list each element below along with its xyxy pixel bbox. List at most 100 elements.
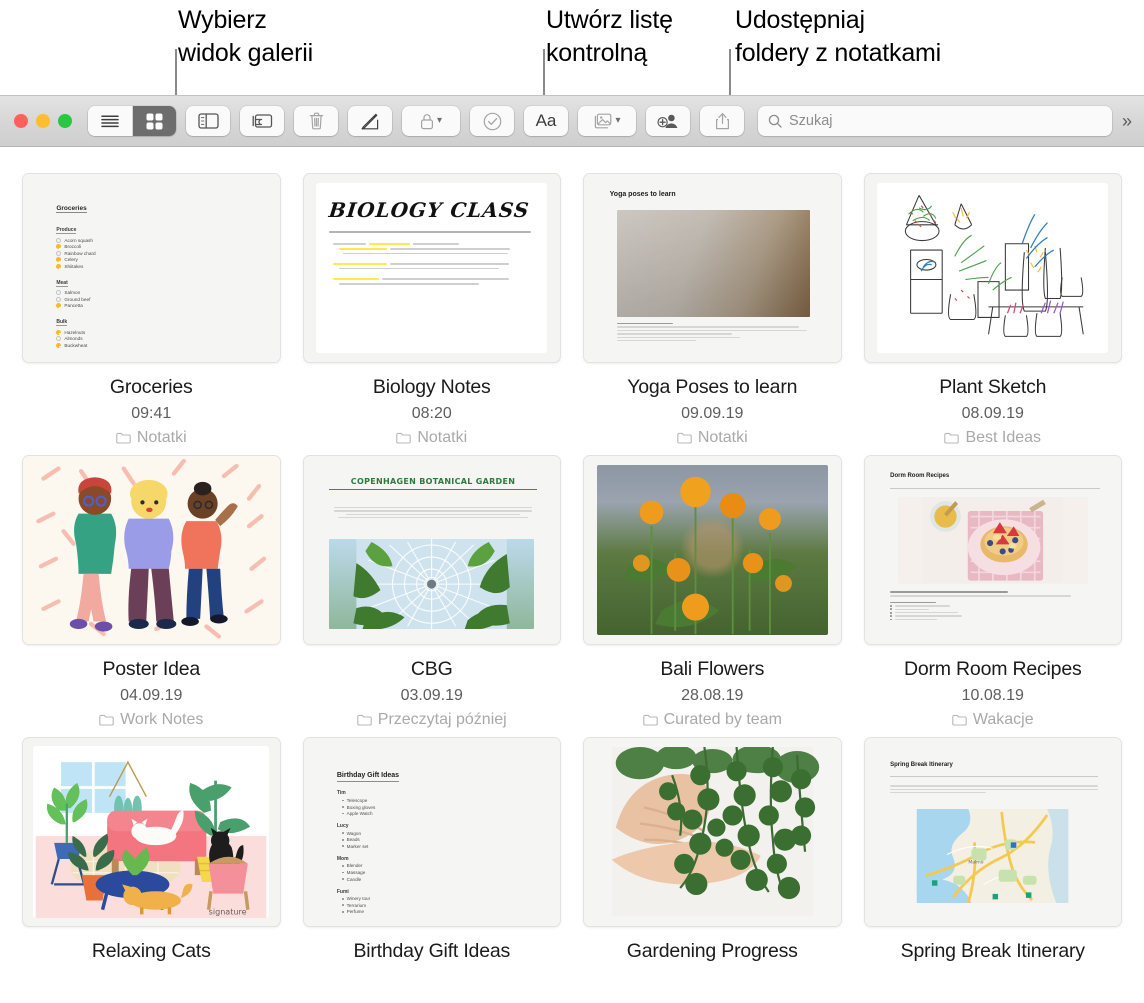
note-folder-label: Notatki: [417, 429, 467, 447]
share-button[interactable]: [700, 106, 744, 136]
note-thumbnail[interactable]: Yoga poses to learn: [583, 173, 842, 363]
checklist-button[interactable]: [470, 106, 514, 136]
insert-media-button[interactable]: ▾: [578, 106, 636, 136]
note-folder: Notatki: [677, 429, 748, 447]
folder-icon: [357, 714, 372, 726]
folder-icon: [952, 714, 967, 726]
note-folder-label: Curated by team: [664, 711, 782, 729]
note-folder-label: Przeczytaj później: [378, 711, 507, 729]
cbg-photo: [329, 539, 534, 629]
note-thumbnail[interactable]: BIOLOGY CLASS: [303, 173, 562, 363]
itinerary-map: Malmö: [890, 809, 1095, 903]
note-folder-label: Notatki: [137, 429, 187, 447]
note-thumbnail[interactable]: Groceries Produce Acorn squash Broccoli …: [22, 173, 281, 363]
compose-note-button[interactable]: [348, 106, 392, 136]
note-item-plant-sketch[interactable]: Plant Sketch 08.09.19 Best Ideas: [864, 173, 1123, 447]
zoom-button[interactable]: [58, 114, 72, 128]
note-title: Gardening Progress: [627, 940, 798, 963]
note-title: CBG: [411, 658, 453, 681]
note-date: 08.09.19: [962, 405, 1024, 423]
window-toolbar: ▾ Aa ▾: [0, 95, 1144, 147]
callout-annotations: Wybierz widok galerii Utwórz listę kontr…: [0, 0, 1144, 100]
share-icon: [715, 112, 730, 130]
note-title: Biology Notes: [373, 376, 491, 399]
close-button[interactable]: [14, 114, 28, 128]
compose-icon: [361, 112, 379, 130]
note-thumbnail[interactable]: Spring Break Itinerary: [864, 737, 1123, 927]
gallery-view-button[interactable]: [132, 106, 176, 136]
note-item-yoga-poses[interactable]: Yoga poses to learn Yoga Poses to learn …: [583, 173, 842, 447]
biology-heading: BIOLOGY CLASS: [328, 198, 541, 222]
plant-sketch-art: [885, 189, 1100, 347]
media-icon: [593, 113, 612, 129]
svg-text:signature: signature: [209, 907, 247, 916]
groceries-heading: Groceries: [56, 205, 86, 214]
note-folder: Wakacje: [952, 711, 1034, 729]
delete-note-button[interactable]: [294, 106, 338, 136]
note-date: 03.09.19: [401, 687, 463, 705]
note-thumbnail[interactable]: signature: [22, 737, 281, 927]
recipes-heading: Dorm Room Recipes: [890, 473, 1100, 479]
note-item-relaxing-cats[interactable]: signature Relaxing Cats: [22, 737, 281, 963]
note-item-cbg[interactable]: COPENHAGEN BOTANICAL GARDEN: [303, 455, 562, 729]
note-thumbnail[interactable]: [864, 173, 1123, 363]
toggle-folders-button[interactable]: [240, 106, 284, 136]
folder-icon: [396, 432, 411, 444]
note-item-poster-idea[interactable]: Poster Idea 04.09.19 Work Notes: [22, 455, 281, 729]
groceries-section: Bulk Hazelnuts Almonds Buckwheat: [56, 310, 259, 348]
grid-icon: [146, 113, 163, 130]
add-people-button[interactable]: [646, 106, 690, 136]
chevron-down-icon: ▾: [615, 116, 620, 126]
note-item-bali-flowers[interactable]: Bali Flowers 28.08.19 Curated by team: [583, 455, 842, 729]
search-icon: [768, 114, 782, 128]
folder-icon: [116, 432, 131, 444]
folder-icon: [99, 714, 114, 726]
list-icon: [100, 114, 120, 128]
note-thumbnail[interactable]: Birthday Gift Ideas Tim Telescope Boxing…: [303, 737, 562, 927]
bali-photo: [597, 465, 828, 634]
traffic-lights: [14, 114, 72, 128]
note-date: 10.08.19: [962, 687, 1024, 705]
note-folder-label: Work Notes: [120, 711, 203, 729]
note-date: 09.09.19: [681, 405, 743, 423]
note-item-biology-notes[interactable]: BIOLOGY CLASS: [303, 173, 562, 447]
note-item-gardening-progress[interactable]: Gardening Progress: [583, 737, 842, 963]
note-folder-label: Wakacje: [973, 711, 1034, 729]
search-input[interactable]: Szukaj: [758, 106, 1112, 136]
note-title: Relaxing Cats: [92, 940, 211, 963]
note-date: 04.09.19: [120, 687, 182, 705]
note-date: 28.08.19: [681, 687, 743, 705]
note-folder: Notatki: [116, 429, 187, 447]
note-date: 08:20: [412, 405, 452, 423]
note-folder-label: Best Ideas: [965, 429, 1041, 447]
chevron-down-icon: ▾: [437, 116, 442, 126]
note-item-birthday-gift-ideas[interactable]: Birthday Gift Ideas Tim Telescope Boxing…: [303, 737, 562, 963]
recipes-photo: [898, 497, 1088, 583]
checkmark-circle-icon: [483, 112, 502, 131]
note-title: Birthday Gift Ideas: [353, 940, 510, 963]
note-thumbnail[interactable]: [583, 737, 842, 927]
notes-window: ▾ Aa ▾: [0, 95, 1144, 1003]
note-thumbnail[interactable]: [22, 455, 281, 645]
lock-note-button[interactable]: ▾: [402, 106, 460, 136]
cbg-heading: COPENHAGEN BOTANICAL GARDEN: [327, 477, 540, 486]
note-item-groceries[interactable]: Groceries Produce Acorn squash Broccoli …: [22, 173, 281, 447]
note-thumbnail[interactable]: Dorm Room Recipes: [864, 455, 1123, 645]
callout-share-folders-text: Udostępniaj foldery z notatkami: [735, 4, 941, 70]
callout-gallery-view-line: [175, 49, 177, 99]
itinerary-heading: Spring Break Itinerary: [890, 762, 1098, 768]
note-thumbnail[interactable]: [583, 455, 842, 645]
notes-gallery-grid: Groceries Produce Acorn squash Broccoli …: [0, 147, 1144, 963]
minimize-button[interactable]: [36, 114, 50, 128]
folders-icon: [252, 113, 273, 129]
folder-icon: [643, 714, 658, 726]
format-text-button[interactable]: Aa: [524, 106, 568, 136]
toolbar-overflow-button[interactable]: »: [1122, 111, 1132, 132]
note-thumbnail[interactable]: COPENHAGEN BOTANICAL GARDEN: [303, 455, 562, 645]
note-date: 09:41: [131, 405, 171, 423]
list-view-button[interactable]: [88, 106, 132, 136]
callout-share-folders-line: [729, 49, 731, 99]
toggle-sidebar-button[interactable]: [186, 106, 230, 136]
note-item-spring-break-itinerary[interactable]: Spring Break Itinerary: [864, 737, 1123, 963]
note-item-dorm-room-recipes[interactable]: Dorm Room Recipes: [864, 455, 1123, 729]
